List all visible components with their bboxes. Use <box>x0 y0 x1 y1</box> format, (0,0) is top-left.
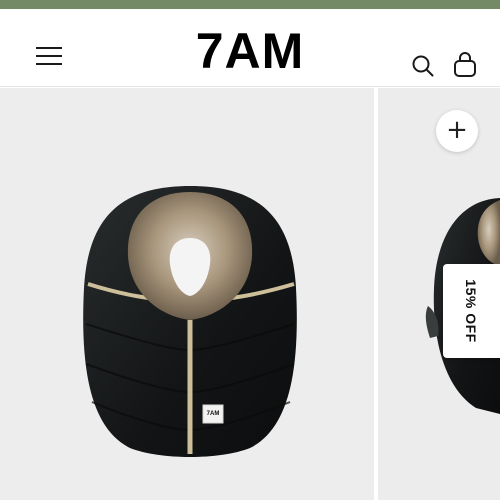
search-icon <box>412 55 434 77</box>
zoom-button[interactable]: + <box>436 110 478 152</box>
product-image: 7AM <box>83 186 297 457</box>
hamburger-menu-icon-line <box>36 47 62 49</box>
discount-tab[interactable]: 15% OFF <box>443 264 500 358</box>
hamburger-menu-icon-line <box>36 63 62 65</box>
menu-button[interactable] <box>34 45 64 69</box>
svg-text:7AM: 7AM <box>207 411 220 417</box>
hamburger-menu-icon-line <box>36 55 62 57</box>
discount-tab-label: 15% OFF <box>463 279 479 343</box>
brand-logo[interactable]: 7AM <box>150 25 350 77</box>
product-image-slide[interactable]: 7AM <box>0 88 374 500</box>
cart-button[interactable] <box>452 51 478 79</box>
search-button[interactable] <box>410 53 436 79</box>
plus-icon: + <box>446 115 468 145</box>
shopping-bag-icon <box>454 52 476 77</box>
product-gallery[interactable]: 7AM <box>0 88 500 500</box>
site-header: 7AM <box>0 9 500 87</box>
announcement-bar <box>0 0 500 9</box>
